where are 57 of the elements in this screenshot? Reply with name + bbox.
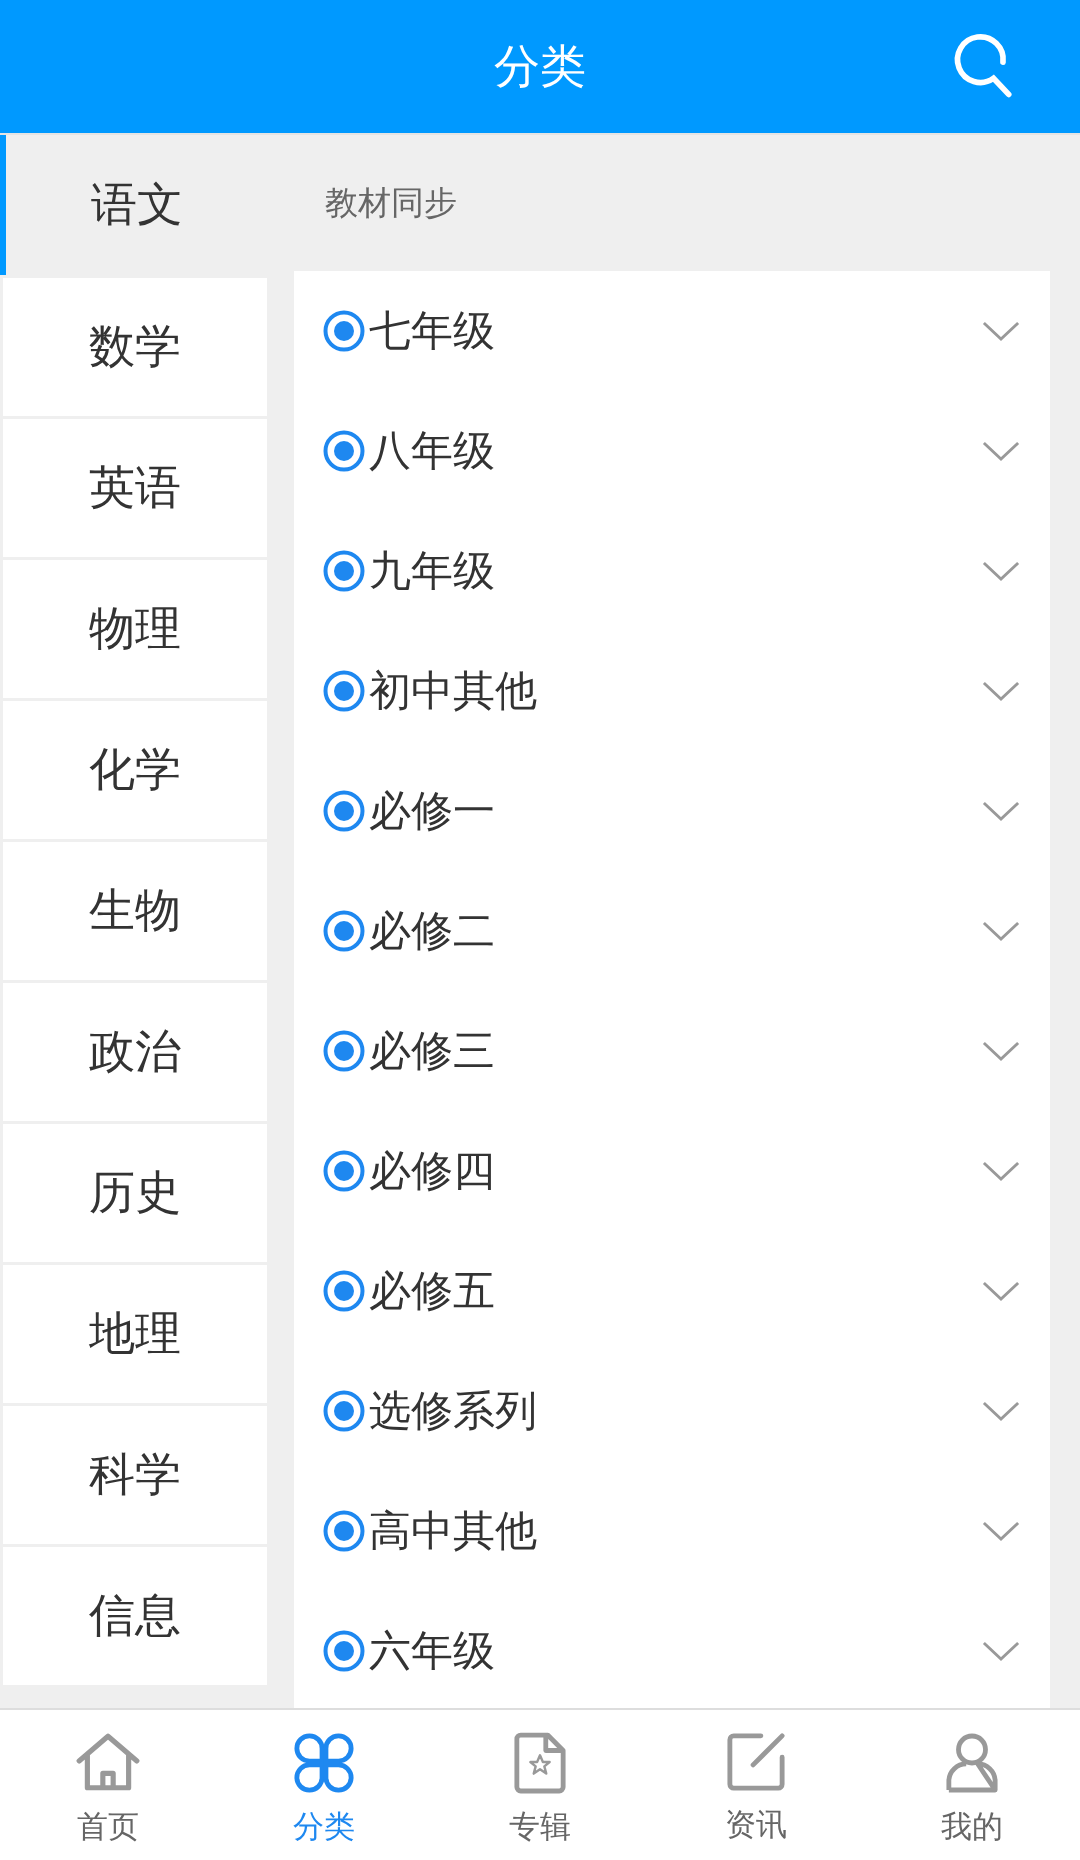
document-star-icon	[513, 1732, 567, 1794]
person-icon	[945, 1732, 999, 1794]
chevron-down-icon[interactable]	[982, 320, 1020, 342]
grade-label[interactable]: 初中其他	[369, 663, 537, 719]
nav-tab[interactable]: 分类	[216, 1710, 432, 1860]
subject-tab[interactable]: 物理	[3, 560, 267, 698]
grade-label[interactable]: 九年级	[369, 543, 495, 599]
grade-label[interactable]: 八年级	[369, 423, 495, 479]
grade-label[interactable]: 七年级	[369, 303, 495, 359]
grade-label[interactable]: 六年级	[369, 1623, 495, 1679]
chevron-down-icon[interactable]	[982, 1160, 1020, 1182]
subject-tab[interactable]: 生物	[3, 842, 267, 980]
chevron-down-icon[interactable]	[982, 920, 1020, 942]
radio-icon[interactable]	[323, 910, 365, 952]
nav-tab[interactable]: 专辑	[432, 1710, 648, 1860]
chevron-down-icon[interactable]	[982, 1040, 1020, 1062]
chevron-down-icon[interactable]	[982, 1400, 1020, 1422]
chevron-down-icon[interactable]	[982, 560, 1020, 582]
subject-tab[interactable]: 化学	[3, 701, 267, 839]
grade-label[interactable]: 必修二	[369, 903, 495, 959]
grade-label[interactable]: 必修四	[369, 1143, 495, 1199]
section-title: 教材同步	[324, 181, 458, 224]
radio-icon[interactable]	[323, 430, 365, 472]
grade-label[interactable]: 选修系列	[369, 1383, 537, 1439]
nav-tab[interactable]: 我的	[864, 1710, 1080, 1860]
subject-tab[interactable]: 政治	[3, 983, 267, 1121]
chevron-down-icon[interactable]	[982, 800, 1020, 822]
radio-icon[interactable]	[323, 1270, 365, 1312]
grade-label[interactable]: 必修五	[369, 1263, 495, 1319]
radio-icon[interactable]	[323, 790, 365, 832]
radio-icon[interactable]	[323, 670, 365, 712]
grade-label[interactable]: 必修一	[369, 783, 495, 839]
radio-icon[interactable]	[323, 310, 365, 352]
radio-icon[interactable]	[323, 1150, 365, 1192]
chevron-down-icon[interactable]	[982, 1520, 1020, 1542]
subject-tab[interactable]: 数学	[3, 278, 267, 416]
subject-tab[interactable]: 历史	[3, 1124, 267, 1262]
radio-icon[interactable]	[323, 1510, 365, 1552]
radio-icon[interactable]	[323, 1030, 365, 1072]
subject-tab[interactable]: 科学	[3, 1406, 267, 1544]
edit-icon	[726, 1732, 786, 1792]
chevron-down-icon[interactable]	[982, 440, 1020, 462]
subject-tab[interactable]: 英语	[3, 419, 267, 557]
subject-tab[interactable]: 地理	[3, 1265, 267, 1403]
page-title: 分类	[494, 37, 586, 95]
nav-tab[interactable]: 资讯	[648, 1710, 864, 1860]
subject-tab[interactable]: 信息	[3, 1547, 267, 1685]
nav-tab[interactable]: 首页	[0, 1710, 216, 1860]
clover-icon	[293, 1732, 355, 1794]
grade-label[interactable]: 必修三	[369, 1023, 495, 1079]
grade-label[interactable]: 高中其他	[369, 1503, 537, 1559]
chevron-down-icon[interactable]	[982, 1640, 1020, 1662]
chevron-down-icon[interactable]	[982, 680, 1020, 702]
radio-icon[interactable]	[323, 1390, 365, 1432]
radio-icon[interactable]	[323, 1630, 365, 1672]
radio-icon[interactable]	[323, 550, 365, 592]
chevron-down-icon[interactable]	[982, 1280, 1020, 1302]
